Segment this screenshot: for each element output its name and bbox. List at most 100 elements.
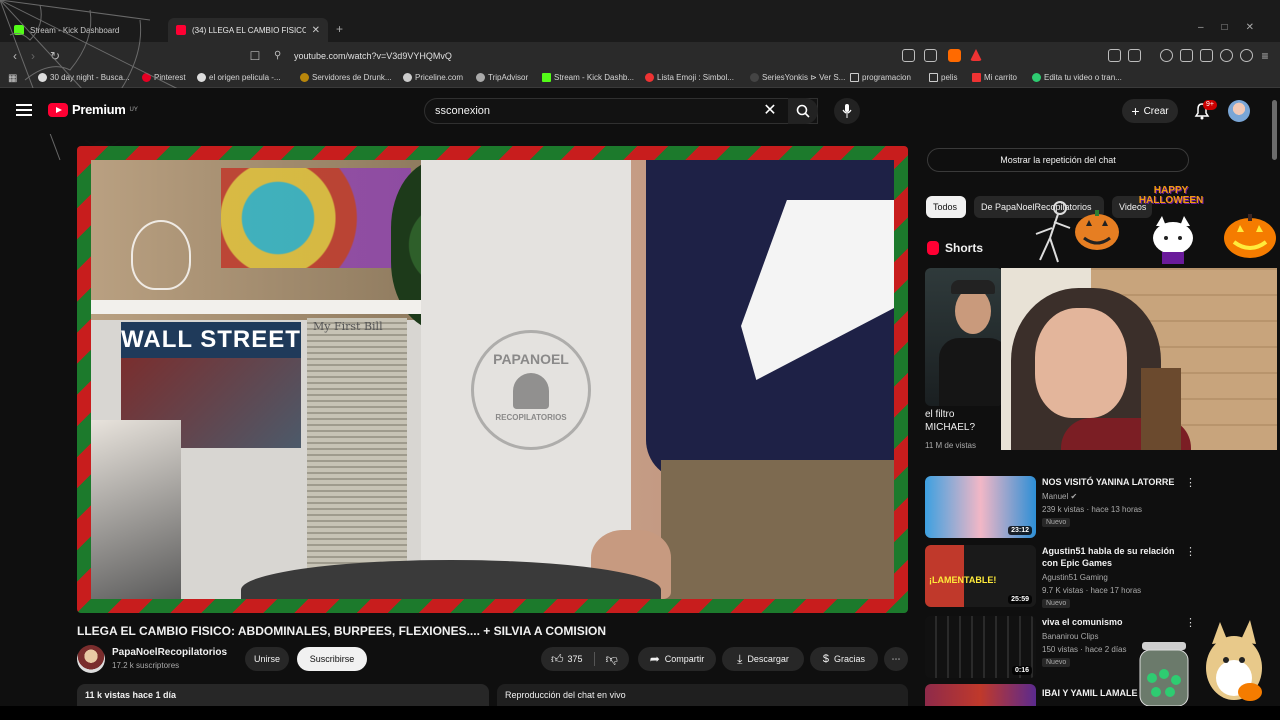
verified-icon: ✔ [1070,492,1078,501]
brave-shield-icon[interactable] [948,49,961,62]
bookmark-item[interactable]: Priceline.com [403,73,463,82]
scrollbar-thumb[interactable] [1272,100,1277,160]
divider [593,652,595,666]
recommended-video[interactable]: ¡LAMENTABLE! 25:59 Agustin51 habla de su… [925,545,1255,608]
extensions-icon[interactable] [1108,49,1121,62]
notifications-badge: 9+ [1203,100,1217,110]
new-badge: Nuevo [1042,599,1071,608]
bookmark-folder[interactable]: pelis [929,73,957,82]
wall-street-sign: WALL STREET [121,322,301,358]
video-frame[interactable]: WALL STREET My First Bill PAPANOEL RECOP… [91,160,894,599]
short-title[interactable]: el filtro MICHAEL? [925,408,1001,434]
page-scrollbar[interactable] [1270,96,1278,706]
video-player[interactable]: WALL STREET My First Bill PAPANOEL RECOP… [77,146,908,613]
leo-icon[interactable] [1220,49,1233,62]
watermark-logo: PAPANOEL RECOPILATORIOS [471,330,591,450]
skeleton-icon [1035,201,1071,263]
bookmark-icon[interactable]: ☐ [246,47,264,65]
new-badge: Nuevo [1042,658,1071,667]
super-thanks-icon: $ [822,653,830,665]
thumbs-down-icon[interactable]: 👎︎ [606,652,618,667]
like-button[interactable]: 👍︎ 375 [551,652,583,667]
bookmark-item[interactable]: Lista Emoji : Simbol... [645,73,734,82]
more-options-icon[interactable]: ⋮ [1185,476,1196,489]
thanks-button[interactable]: $ Gracias [810,647,878,671]
new-tab-button[interactable]: + [336,22,343,36]
bookmark-item[interactable]: Stream - Kick Dashb... [542,73,634,82]
candy-jar-icon [1139,642,1189,707]
search-button[interactable] [788,98,818,124]
url-field[interactable]: ⚲ youtube.com/watch?v=V3d9VYHQMvQ [266,46,986,66]
url-text: youtube.com/watch?v=V3d9VYHQMvQ [294,51,452,61]
hamburger-menu-icon[interactable] [16,104,32,116]
account-avatar[interactable] [1228,100,1250,122]
channel-avatar[interactable] [77,645,105,673]
search-input[interactable]: ssconexion [424,98,818,124]
short-person [955,288,991,334]
channel-name[interactable]: PapaNoelRecopilatorios [112,647,227,658]
rewards-icon[interactable] [970,49,982,61]
close-tab-icon[interactable]: ✕ [312,25,320,36]
bookmark-item[interactable]: el origen pelicula -... [197,73,281,82]
more-actions-icon[interactable]: ⋯ [884,647,908,671]
shorts-section-header: Shorts [927,241,983,255]
voice-search-button[interactable] [834,98,860,124]
bookmark-item[interactable]: Edita tu video o tran... [1032,73,1122,82]
more-options-icon[interactable]: ⋮ [1185,545,1196,558]
plus-icon: + [1131,103,1140,119]
hello-kitty-icon [1153,216,1193,264]
channel-name[interactable]: Manuel ✔ [1042,492,1077,501]
video-title[interactable]: viva el comunismo [1042,616,1182,628]
join-button[interactable]: Unirse [245,647,289,671]
video-title[interactable]: Agustin51 habla de su relación con Epic … [1042,545,1182,569]
doge-witch-icon [1206,620,1262,701]
site-info-icon[interactable]: ⚲ [274,46,281,66]
vpn-icon[interactable] [1240,49,1253,62]
share-arrow-icon: ➦ [649,652,660,666]
video-thumbnail[interactable]: 0:16 [925,616,1036,678]
screenshot-icon[interactable] [1128,49,1141,62]
window-controls[interactable]: –□✕ [1198,22,1272,33]
bookmark-folder[interactable]: programacion [850,73,911,82]
bookmark-item[interactable]: Mi carrito [972,73,1017,82]
graffiti-art [221,168,411,268]
show-chat-replay-button[interactable]: Mostrar la repetición del chat [927,148,1189,172]
create-button[interactable]: + Crear [1122,99,1178,123]
first-bill-sign: My First Bill [313,320,383,333]
short-views: 11 M de vistas [925,441,976,450]
thumbs-up-icon: 👍︎ [551,651,564,666]
shorts-icon [927,241,939,255]
download-icon: ⤓ [737,651,743,666]
video-thumbnail[interactable]: 23:12 [925,476,1036,538]
youtube-play-icon [48,102,68,117]
video-title: LLEGA EL CAMBIO FISICO: ABDOMINALES, BUR… [77,624,607,638]
bookmark-item[interactable]: SeriesYonkis ⊳ Ver S... [750,73,845,82]
channel-name[interactable]: Agustin51 Gaming [1042,573,1108,582]
sidebar-icon[interactable] [1180,49,1193,62]
clear-search-icon[interactable]: ✕ [760,101,780,121]
pumpkin-icon [1075,210,1119,250]
wallet-icon[interactable] [1200,49,1213,62]
streamer-face [1035,308,1127,418]
santa-silhouette-icon [513,373,549,409]
channel-name[interactable]: Bananirou Clips [1042,632,1098,641]
recommended-video[interactable]: 23:12 NOS VISITÓ YANINA LATORRE Manuel ✔… [925,476,1255,538]
share-button[interactable]: ➦ Compartir [638,647,716,671]
browser-menu-icon[interactable]: ≡ [1256,47,1274,65]
bookmark-item[interactable]: TripAdvisor [476,73,528,82]
short-thumbnail[interactable] [925,268,1003,406]
share-icon[interactable] [924,49,937,62]
subscribe-button[interactable]: Suscribirse [297,647,367,671]
cast-icon[interactable] [902,49,915,62]
search-icon [796,104,810,118]
media-icon[interactable] [1160,49,1173,62]
microphone-icon [842,104,852,118]
video-thumbnail[interactable] [925,684,1036,706]
video-meta: 150 vistas · hace 2 días [1042,645,1127,654]
chip-all[interactable]: Todos [926,196,966,218]
video-thumbnail[interactable]: ¡LAMENTABLE! 25:59 [925,545,1036,607]
download-button[interactable]: ⤓ Descargar [722,647,804,671]
youtube-premium-logo[interactable]: Premium UY [48,102,138,117]
video-title[interactable]: NOS VISITÓ YANINA LATORRE [1042,476,1182,488]
bookmark-item[interactable]: Servidores de Drunk... [300,73,392,82]
